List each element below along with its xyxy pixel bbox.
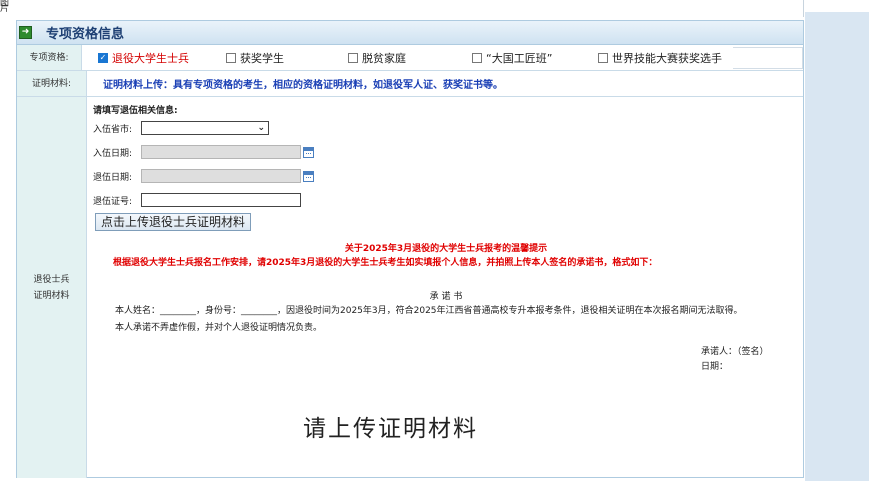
panel-title: 专项资格信息 — [46, 27, 125, 42]
calendar-icon[interactable] — [303, 170, 314, 182]
discharge-cert-input[interactable] — [141, 193, 301, 207]
qualification-options: ✓ 退役大学生士兵 获奖学生 脱贫家庭 “大国工匠班” 世界技能大赛获奖选手 — [82, 45, 803, 70]
discharge-cert-label: 退伍证号: — [93, 196, 133, 207]
checkbox-label: “大国工匠班” — [486, 51, 553, 65]
right-background-band — [805, 12, 869, 481]
checkbox-veteran-student[interactable]: ✓ 退役大学生士兵 — [98, 50, 226, 66]
material-label: 证明材料: — [17, 71, 87, 96]
checkbox-checked-icon[interactable]: ✓ — [98, 52, 108, 63]
checkbox-unchecked-icon[interactable] — [348, 52, 358, 63]
top-form-edge — [16, 0, 804, 17]
upload-veteran-material-button[interactable]: 点击上传退役士兵证明材料 — [95, 213, 252, 231]
upload-placeholder-text[interactable]: 请上传证明材料 — [303, 409, 478, 443]
checkbox-label: 退役大学生士兵 — [112, 51, 189, 65]
veteran-label-line1: 退役士兵 — [33, 274, 70, 285]
discharge-date-row: 退伍日期: — [93, 169, 314, 183]
panel-header: ➜ 专项资格信息 — [17, 21, 803, 45]
material-row: 证明材料: 证明材料上传：具有专项资格的考生，相应的资格证明材料，如退役军人证、… — [17, 71, 803, 97]
checkbox-label: 获奖学生 — [240, 51, 284, 65]
notice-title: 关于2025年3月退役的大学生士兵报考的温馨提示 — [344, 244, 548, 254]
special-qualification-panel: ➜ 专项资格信息 专项资格: ✓ 退役大学生士兵 获奖学生 脱贫家庭 “大国工匠… — [16, 20, 804, 478]
checkbox-poverty-family[interactable]: 脱贫家庭 — [348, 50, 472, 66]
arrow-right-icon: ➜ — [19, 26, 32, 39]
checkbox-unchecked-icon[interactable] — [226, 52, 236, 63]
discharge-date-label: 退伍日期: — [93, 172, 133, 183]
checkbox-unchecked-icon[interactable] — [598, 52, 608, 63]
veteran-content: 请填写退伍相关信息: 入伍省市: ⌄ 入伍日期: 退伍日期: 退伍证号: 点击上… — [87, 97, 803, 478]
material-content: 证明材料上传：具有专项资格的考生，相应的资格证明材料，如退役军人证、获奖证书等。 — [87, 71, 803, 96]
commitment-signer: 承诺人：（签名） — [701, 347, 769, 357]
discharge-cert-row: 退伍证号: — [93, 193, 301, 207]
qualification-label: 专项资格: — [17, 45, 82, 70]
enlist-city-row: 入伍省市: ⌄ — [93, 121, 269, 135]
veteran-label-line2: 证明材料 — [33, 290, 70, 301]
material-instruction: 证明材料上传：具有专项资格的考生，相应的资格证明材料，如退役军人证、获奖证书等。 — [103, 80, 503, 91]
notice-body: 根据退役大学生士兵报名工作安排，请2025年3月退役的大学生士兵考生如实填报个人… — [113, 258, 658, 268]
checkbox-label: 脱贫家庭 — [362, 51, 406, 65]
veteran-section-title: 请填写退伍相关信息: — [93, 106, 178, 116]
enlist-date-label: 入伍日期: — [93, 148, 133, 159]
enlist-city-select[interactable]: ⌄ — [141, 121, 269, 135]
commitment-letter-title: 承 诺 书 — [429, 292, 463, 302]
checkbox-label: 世界技能大赛获奖选手 — [612, 51, 722, 65]
veteran-material-row: 退役士兵 证明材料 请填写退伍相关信息: 入伍省市: ⌄ 入伍日期: 退伍日期: — [17, 97, 803, 478]
enlist-city-label: 入伍省市: — [93, 124, 133, 135]
discharge-date-input[interactable] — [141, 169, 301, 183]
qualification-cell-edge — [733, 46, 803, 69]
top-text-fragment: 图片 — [0, 0, 10, 14]
qualification-row: 专项资格: ✓ 退役大学生士兵 获奖学生 脱贫家庭 “大国工匠班” 世界技能大赛… — [17, 45, 803, 71]
commitment-letter-line1: 本人姓名：________，身份号：________，因退役时间为2025年3月… — [115, 306, 743, 316]
checkbox-unchecked-icon[interactable] — [472, 52, 482, 63]
checkbox-worldskills[interactable]: 世界技能大赛获奖选手 — [598, 50, 733, 66]
checkbox-award-student[interactable]: 获奖学生 — [226, 50, 348, 66]
commitment-date: 日期： — [701, 362, 729, 372]
commitment-letter-line2: 本人承诺不弄虚作假，并对个人退役证明情况负责。 — [115, 323, 323, 333]
calendar-icon[interactable] — [303, 146, 314, 158]
enlist-date-row: 入伍日期: — [93, 145, 314, 159]
enlist-date-input[interactable] — [141, 145, 301, 159]
chevron-down-icon: ⌄ — [257, 123, 265, 133]
checkbox-craftsman-class[interactable]: “大国工匠班” — [472, 50, 598, 66]
veteran-label: 退役士兵 证明材料 — [17, 97, 87, 478]
